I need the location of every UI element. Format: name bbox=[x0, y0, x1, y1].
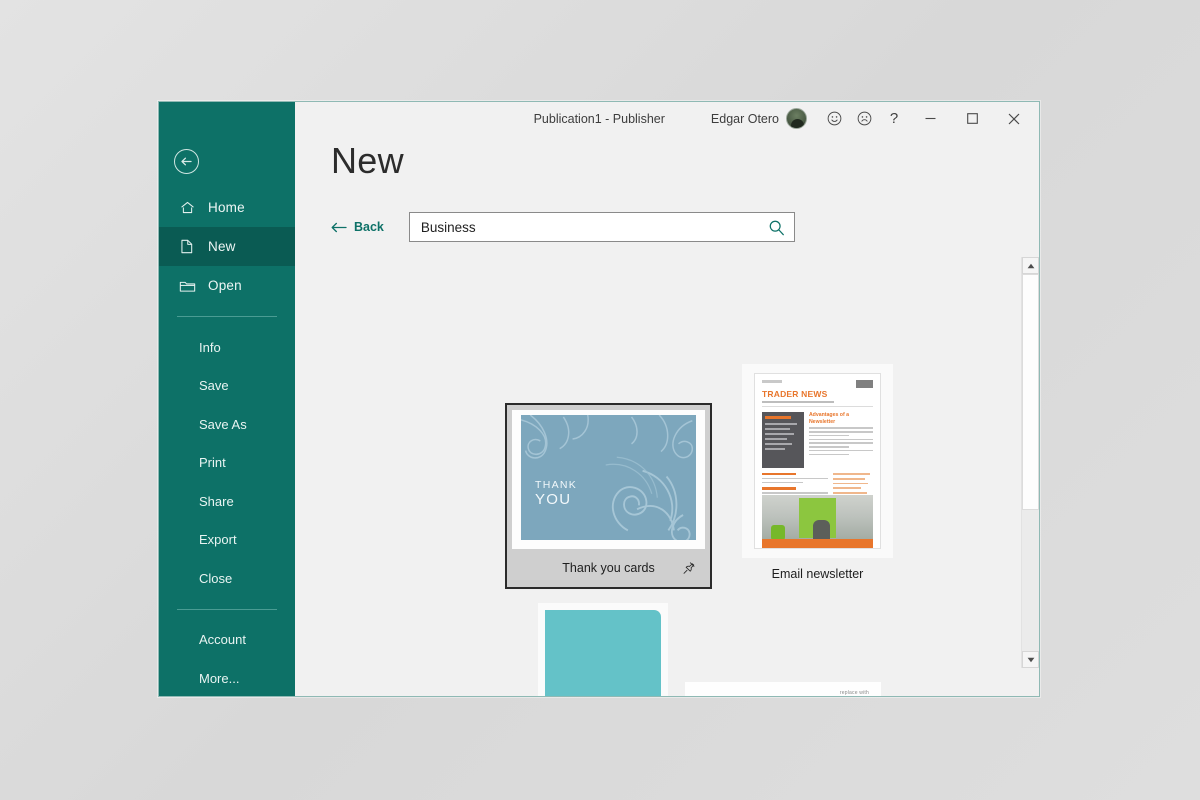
template-thumbnail: TRADER NEWS Advantages of a Newsletter bbox=[742, 364, 893, 558]
sidebar-item-label: Close bbox=[199, 570, 233, 586]
close-button[interactable] bbox=[993, 104, 1035, 134]
template-caption: Thank you cards bbox=[562, 561, 655, 575]
scroll-down-arrow-icon[interactable] bbox=[1022, 651, 1039, 668]
new-document-icon bbox=[177, 237, 197, 257]
template-thumbnail: THANK YOU bbox=[512, 410, 705, 549]
maximize-button[interactable] bbox=[951, 104, 993, 134]
avatar[interactable] bbox=[786, 108, 807, 129]
sidebar-item-label: Account bbox=[199, 632, 246, 648]
sidebar-item-save[interactable]: Save bbox=[159, 367, 295, 406]
sidebar-divider-1 bbox=[177, 316, 277, 317]
publisher-backstage-window: Home New Open Info Save Save As Print Sh… bbox=[158, 101, 1040, 697]
open-folder-icon bbox=[177, 276, 197, 296]
page-title: New bbox=[331, 140, 404, 181]
scroll-up-arrow-icon[interactable] bbox=[1022, 257, 1039, 274]
template-thumbnail bbox=[545, 610, 661, 696]
scrollbar-track[interactable] bbox=[1022, 274, 1039, 651]
help-button[interactable]: ? bbox=[879, 104, 909, 134]
sidebar-item-account[interactable]: Account bbox=[159, 621, 295, 660]
document-title: Publication1 - Publisher bbox=[533, 111, 665, 126]
newsletter-section-heading: Advantages of a Newsletter bbox=[808, 412, 850, 425]
sidebar-item-save-as[interactable]: Save As bbox=[159, 405, 295, 444]
circle-back-arrow-icon bbox=[180, 155, 193, 168]
gallery-scrollbar[interactable] bbox=[1021, 257, 1039, 668]
thank-you-card-art: THANK YOU bbox=[521, 415, 696, 540]
sidebar-item-label: Info bbox=[199, 339, 221, 355]
green-interior-photo bbox=[762, 495, 873, 548]
back-link[interactable]: Back bbox=[331, 220, 384, 234]
template-gallery: THANK YOU Thank you cards TRADER NEWS Ad… bbox=[331, 252, 1021, 696]
newsletter-art: TRADER NEWS Advantages of a Newsletter bbox=[754, 373, 881, 549]
template-caption: Email newsletter bbox=[771, 567, 864, 581]
minimize-button[interactable] bbox=[909, 104, 951, 134]
pin-icon[interactable] bbox=[681, 560, 697, 576]
sidebar-item-share[interactable]: Share bbox=[159, 482, 295, 521]
home-icon bbox=[177, 198, 197, 218]
newsletter-lead-article: Advantages of a Newsletter bbox=[808, 412, 873, 468]
newsletter-subtitle-line bbox=[762, 401, 834, 403]
template-card-thank-you-cards[interactable]: THANK YOU Thank you cards bbox=[505, 403, 712, 589]
sidebar-item-label: Home bbox=[208, 200, 245, 215]
search-row: Back bbox=[331, 212, 795, 242]
template-card-business-card[interactable]: replace with LOGO MARIA CAMERON VICE PRE… bbox=[685, 682, 881, 696]
sidebar-item-label: New bbox=[208, 239, 236, 254]
newsletter-masthead: TRADER NEWS bbox=[762, 389, 828, 399]
back-link-label: Back bbox=[354, 220, 384, 234]
newsletter-rule bbox=[762, 406, 873, 407]
sidebar-item-open[interactable]: Open bbox=[159, 266, 295, 305]
search-box[interactable] bbox=[408, 212, 795, 242]
feedback-frown-button[interactable] bbox=[849, 104, 879, 134]
account-name[interactable]: Edgar Otero bbox=[711, 112, 779, 126]
thank-you-line2: YOU bbox=[535, 490, 572, 508]
sidebar-item-info[interactable]: Info bbox=[159, 328, 295, 367]
search-icon[interactable] bbox=[766, 219, 788, 236]
newsletter-date-line bbox=[762, 380, 782, 383]
backstage-content: Publication1 - Publisher Edgar Otero ? N… bbox=[295, 102, 1039, 696]
swirl-ornaments-icon bbox=[521, 415, 694, 540]
template-caption-row: Thank you cards bbox=[512, 549, 705, 587]
sidebar-item-close[interactable]: Close bbox=[159, 559, 295, 598]
sidebar-item-label: Save bbox=[199, 378, 229, 394]
left-arrow-icon bbox=[331, 222, 347, 233]
sidebar-divider-2 bbox=[177, 608, 277, 610]
backstage-sidebar: Home New Open Info Save Save As Print Sh… bbox=[159, 102, 295, 696]
sidebar-item-home[interactable]: Home bbox=[159, 188, 295, 227]
newsletter-sidebar-box bbox=[762, 412, 804, 468]
sidebar-item-label: Print bbox=[199, 455, 226, 471]
newsletter-upper-columns: Advantages of a Newsletter bbox=[762, 412, 873, 468]
sidebar-item-more[interactable]: More... bbox=[159, 659, 295, 698]
sidebar-item-label: Export bbox=[199, 532, 237, 548]
sidebar-item-export[interactable]: Export bbox=[159, 521, 295, 560]
desktop-background: Home New Open Info Save Save As Print Sh… bbox=[0, 0, 1200, 800]
sidebar-nav-list: Home New Open Info Save Save As Print Sh… bbox=[159, 188, 295, 698]
search-input[interactable] bbox=[418, 212, 766, 242]
template-caption-row: Email newsletter bbox=[742, 558, 893, 590]
scrollbar-thumb[interactable] bbox=[1022, 274, 1039, 510]
thank-you-text: THANK YOU bbox=[535, 480, 577, 508]
sidebar-item-label: Save As bbox=[199, 416, 247, 432]
sidebar-item-label: Open bbox=[208, 278, 242, 293]
template-card-email-newsletter[interactable]: TRADER NEWS Advantages of a Newsletter E… bbox=[742, 364, 893, 590]
sidebar-item-label: Share bbox=[199, 493, 234, 509]
sidebar-item-new[interactable]: New bbox=[159, 227, 295, 266]
sidebar-item-print[interactable]: Print bbox=[159, 444, 295, 483]
template-card-turquoise[interactable] bbox=[538, 603, 668, 696]
sidebar-item-label: More... bbox=[199, 670, 240, 686]
newsletter-logo-placeholder bbox=[856, 380, 873, 388]
feedback-smile-button[interactable] bbox=[819, 104, 849, 134]
back-to-document-button[interactable] bbox=[174, 149, 199, 174]
business-card-logo: replace with LOGO bbox=[826, 690, 869, 696]
title-bar: Publication1 - Publisher Edgar Otero ? bbox=[295, 102, 1039, 135]
